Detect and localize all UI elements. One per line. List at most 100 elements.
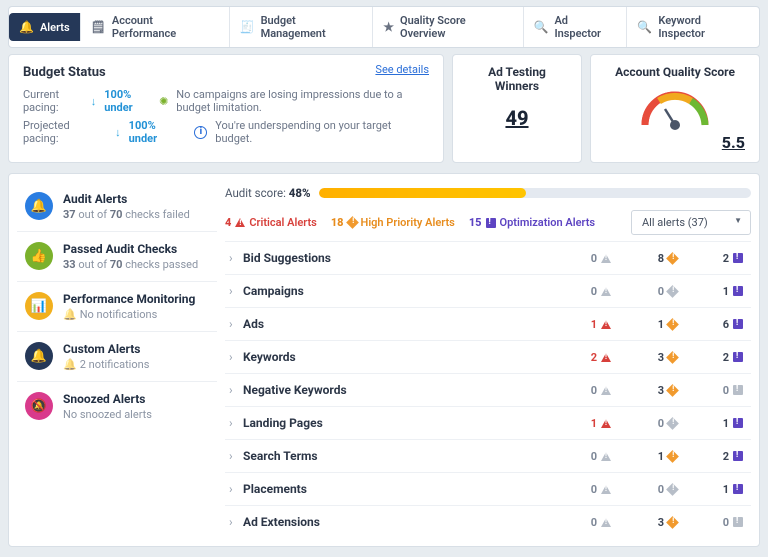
high-priority-icon	[666, 252, 679, 265]
bell-icon: 🔔	[25, 192, 53, 220]
qscore-title: Account Quality Score	[605, 65, 745, 79]
critical-icon	[601, 419, 611, 428]
sidebar-item-performance-monitoring[interactable]: 📊 Performance Monitoring 🔔No notificatio…	[17, 282, 217, 332]
ad-testing-winners-card[interactable]: Ad Testing Winners 49	[452, 54, 582, 163]
accordion-row-placements[interactable]: › Placements 001	[225, 472, 751, 505]
optimization-icon	[733, 319, 743, 329]
high-priority-icon	[666, 450, 679, 463]
sidebar-item-snoozed-alerts[interactable]: 🔕 Snoozed Alerts No snoozed alerts	[17, 382, 217, 431]
alert-count-cell: 0	[565, 483, 611, 496]
high-priority-icon	[666, 318, 679, 331]
alert-count-cell: 0	[565, 516, 611, 529]
tab-alerts[interactable]: 🔔 Alerts	[9, 13, 81, 41]
high-priority-icon	[666, 417, 679, 430]
tab-icon: 🧾	[240, 20, 255, 34]
winners-title: Ad Testing Winners	[467, 65, 567, 94]
accordion-row-keywords[interactable]: › Keywords 232	[225, 340, 751, 373]
projected-pacing-label: Projected pacing:	[23, 119, 107, 145]
alerts-accordion: › Bid Suggestions 082 › Campaigns 001 › …	[225, 241, 751, 538]
audit-score-label: Audit score: 48%	[225, 186, 311, 200]
sidebar-item-audit-alerts[interactable]: 🔔 Audit Alerts 37 out of 70 checks faile…	[17, 182, 217, 232]
sidebar-item-subtitle: No snoozed alerts	[63, 408, 152, 421]
chevron-right-icon: ›	[229, 515, 243, 529]
alert-count-cell: 2	[697, 351, 743, 364]
alert-count-cell: 0	[565, 252, 611, 265]
chevron-right-icon: ›	[229, 383, 243, 397]
accordion-row-label: Landing Pages	[243, 416, 565, 430]
alerts-filter-dropdown[interactable]: All alerts (37)	[631, 210, 751, 235]
thumb-icon: 👍	[25, 242, 53, 270]
accordion-row-label: Keywords	[243, 350, 565, 364]
alert-count-cell: 3	[631, 384, 677, 397]
tab-label: Account Performance	[112, 14, 219, 40]
accordion-row-ad-extensions[interactable]: › Ad Extensions 030	[225, 505, 751, 538]
projected-pacing-value: 100% under	[129, 119, 187, 145]
budget-status-card: See details Budget Status Current pacing…	[8, 54, 444, 163]
audit-score-row: Audit score: 48%	[225, 186, 751, 200]
tab-ad-inspector[interactable]: 🔍 Ad Inspector	[524, 7, 628, 47]
tab-icon: ★	[383, 20, 394, 34]
accordion-row-label: Ads	[243, 317, 565, 331]
critical-icon	[601, 452, 611, 461]
sun-icon: ✺	[159, 95, 168, 108]
qscore-value: 5.5	[722, 133, 745, 152]
critical-alerts-filter[interactable]: 4 Critical Alerts	[225, 216, 317, 229]
chart-icon: 📊	[25, 292, 53, 320]
alert-count-cell: 0	[697, 384, 743, 397]
critical-icon	[601, 254, 611, 263]
chevron-right-icon: ›	[229, 317, 243, 331]
high-priority-icon	[666, 285, 679, 298]
accordion-row-label: Bid Suggestions	[243, 251, 565, 265]
critical-icon	[601, 386, 611, 395]
account-quality-score-card[interactable]: Account Quality Score 5.5	[590, 54, 760, 163]
tab-account-performance[interactable]: 🗒 Account Performance	[81, 7, 230, 47]
sidebar: 🔔 Audit Alerts 37 out of 70 checks faile…	[17, 182, 217, 538]
accordion-row-bid-suggestions[interactable]: › Bid Suggestions 082	[225, 241, 751, 274]
tab-icon: 🔍	[534, 20, 549, 34]
accordion-row-search-terms[interactable]: › Search Terms 012	[225, 439, 751, 472]
accordion-row-landing-pages[interactable]: › Landing Pages 101	[225, 406, 751, 439]
high-priority-icon	[666, 516, 679, 529]
winners-value: 49	[467, 106, 567, 130]
high-priority-alerts-filter[interactable]: 18 High Priority Alerts	[331, 216, 455, 229]
sidebar-item-subtitle: 33 out of 70 checks passed	[63, 258, 198, 271]
accordion-row-label: Negative Keywords	[243, 383, 565, 397]
accordion-row-negative-keywords[interactable]: › Negative Keywords 0 3 0	[225, 373, 751, 406]
sidebar-item-title: Custom Alerts	[63, 342, 149, 356]
alert-count-cell: 0	[565, 384, 611, 397]
critical-icon	[601, 518, 611, 527]
accordion-row-ads[interactable]: › Ads 116	[225, 307, 751, 340]
alert-count-cell: 3	[631, 351, 677, 364]
high-priority-icon	[666, 384, 679, 397]
high-priority-icon	[666, 351, 679, 364]
chevron-right-icon: ›	[229, 449, 243, 463]
alert-count-cell: 1	[565, 318, 611, 331]
alert-count-cell: 0	[631, 417, 677, 430]
tab-quality-score-overview[interactable]: ★ Quality Score Overview	[373, 7, 523, 47]
tab-keyword-inspector[interactable]: 🔍 Keyword Inspector	[627, 7, 759, 47]
chevron-right-icon: ›	[229, 350, 243, 364]
critical-icon	[601, 320, 611, 329]
tab-icon: 🔍	[637, 20, 652, 34]
see-details-link[interactable]: See details	[375, 63, 429, 76]
tab-budget-management[interactable]: 🧾 Budget Management	[230, 7, 374, 47]
audit-score-bar	[319, 188, 751, 198]
alert-count-cell: 3	[631, 516, 677, 529]
optimization-alerts-filter[interactable]: 15 Optimization Alerts	[469, 216, 595, 229]
current-pacing-msg: No campaigns are losing impressions due …	[176, 88, 429, 114]
accordion-row-campaigns[interactable]: › Campaigns 001	[225, 274, 751, 307]
sidebar-item-passed-audit-checks[interactable]: 👍 Passed Audit Checks 33 out of 70 check…	[17, 232, 217, 282]
bell-icon: 🔔	[25, 342, 53, 370]
sidebar-item-subtitle: 🔔No notifications	[63, 308, 195, 321]
alert-count-cell: 2	[697, 450, 743, 463]
accordion-row-label: Search Terms	[243, 449, 565, 463]
optimization-icon	[733, 286, 743, 296]
alert-count-cell: 2	[697, 252, 743, 265]
down-arrow-icon: ↓	[115, 126, 121, 139]
tab-icon: 🔔	[19, 20, 34, 34]
alert-count-cell: 1	[631, 450, 677, 463]
current-pacing-label: Current pacing:	[23, 88, 83, 114]
projected-pacing-msg: You're underspending on your target budg…	[215, 119, 429, 145]
sidebar-item-custom-alerts[interactable]: 🔔 Custom Alerts 🔔2 notifications	[17, 332, 217, 382]
sidebar-item-title: Snoozed Alerts	[63, 392, 152, 406]
